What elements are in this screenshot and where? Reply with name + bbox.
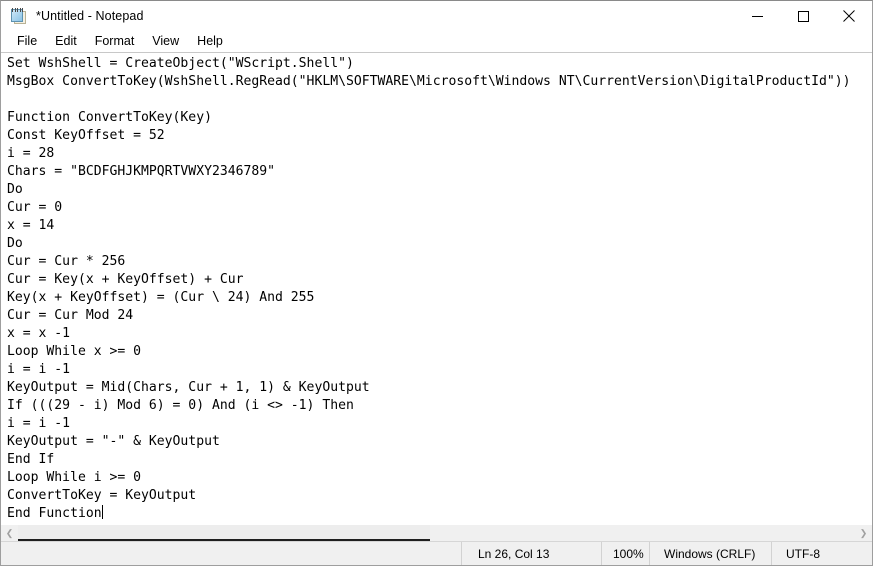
horizontal-scrollbar[interactable]: ❮ ❯ [1,524,872,541]
editor-line: KeyOutput = "-" & KeyOutput [7,434,220,449]
editor-line: Cur = Cur * 256 [7,254,126,269]
status-line-ending[interactable]: Windows (CRLF) [649,542,771,565]
status-encoding[interactable]: UTF-8 [771,542,872,565]
editor-line: Loop While i >= 0 [7,470,142,485]
editor-line: If (((29 - i) Mod 6) = 0) And (i <> -1) … [7,398,354,413]
status-bar-spacer [1,542,461,565]
editor-line: KeyOutput = Mid(Chars, Cur + 1, 1) & Key… [7,380,370,395]
editor-line: MsgBox ConvertToKey(WshShell.RegRead("HK… [7,74,851,89]
editor-line: Key(x + KeyOffset) = (Cur \ 24) And 255 [7,290,315,305]
editor-line: i = i -1 [7,362,71,377]
close-icon [843,10,855,22]
chevron-left-icon[interactable]: ❮ [1,525,18,541]
editor-line: Set WshShell = CreateObject("WScript.She… [7,56,354,71]
maximize-icon [797,10,809,22]
editor-line: x = 14 [7,218,55,233]
editor-line: End Function [7,505,103,521]
horizontal-scroll-track[interactable] [18,525,855,541]
editor-area: Set WshShell = CreateObject("WScript.She… [1,52,872,541]
text-editor[interactable]: Set WshShell = CreateObject("WScript.She… [1,53,872,524]
editor-line: Cur = 0 [7,200,63,215]
chevron-right-icon[interactable]: ❯ [855,525,872,541]
status-bar: Ln 26, Col 13 100% Windows (CRLF) UTF-8 [1,541,872,565]
notepad-icon [10,7,27,25]
editor-line: Function ConvertToKey(Key) [7,110,212,125]
editor-line: i = i -1 [7,416,71,431]
editor-line: Cur = Key(x + KeyOffset) + Cur [7,272,244,287]
menu-item-file[interactable]: File [8,32,46,52]
editor-line: End If [7,452,55,467]
menu-item-format[interactable]: Format [86,32,144,52]
menu-item-edit[interactable]: Edit [46,32,86,52]
title-bar-left: *Untitled - Notepad [1,7,144,25]
editor-line: Chars = "BCDFGHJKMPQRTVWXY2346789" [7,164,276,179]
editor-line: Cur = Cur Mod 24 [7,308,134,323]
menu-item-help[interactable]: Help [188,32,232,52]
editor-line: x = x -1 [7,326,71,341]
notepad-window: *Untitled - Notepad File Edit Format Vie… [0,0,873,566]
editor-line: Loop While x >= 0 [7,344,142,359]
editor-text[interactable]: Set WshShell = CreateObject("WScript.She… [7,55,872,523]
close-button[interactable] [826,1,872,31]
status-zoom-level[interactable]: 100% [601,542,649,565]
horizontal-scroll-thumb[interactable] [18,525,430,541]
editor-line: Const KeyOffset = 52 [7,128,165,143]
status-cursor-position: Ln 26, Col 13 [461,542,601,565]
window-controls [734,1,872,31]
window-title: *Untitled - Notepad [36,9,144,23]
menu-item-view[interactable]: View [143,32,188,52]
editor-line: ConvertToKey = KeyOutput [7,488,197,503]
minimize-button[interactable] [734,1,780,31]
minimize-icon [751,15,763,17]
menu-bar: File Edit Format View Help [1,31,872,52]
text-caret [101,505,103,519]
title-bar[interactable]: *Untitled - Notepad [1,1,872,31]
editor-line: i = 28 [7,146,55,161]
editor-line: Do [7,182,23,197]
maximize-button[interactable] [780,1,826,31]
editor-line: Do [7,236,23,251]
